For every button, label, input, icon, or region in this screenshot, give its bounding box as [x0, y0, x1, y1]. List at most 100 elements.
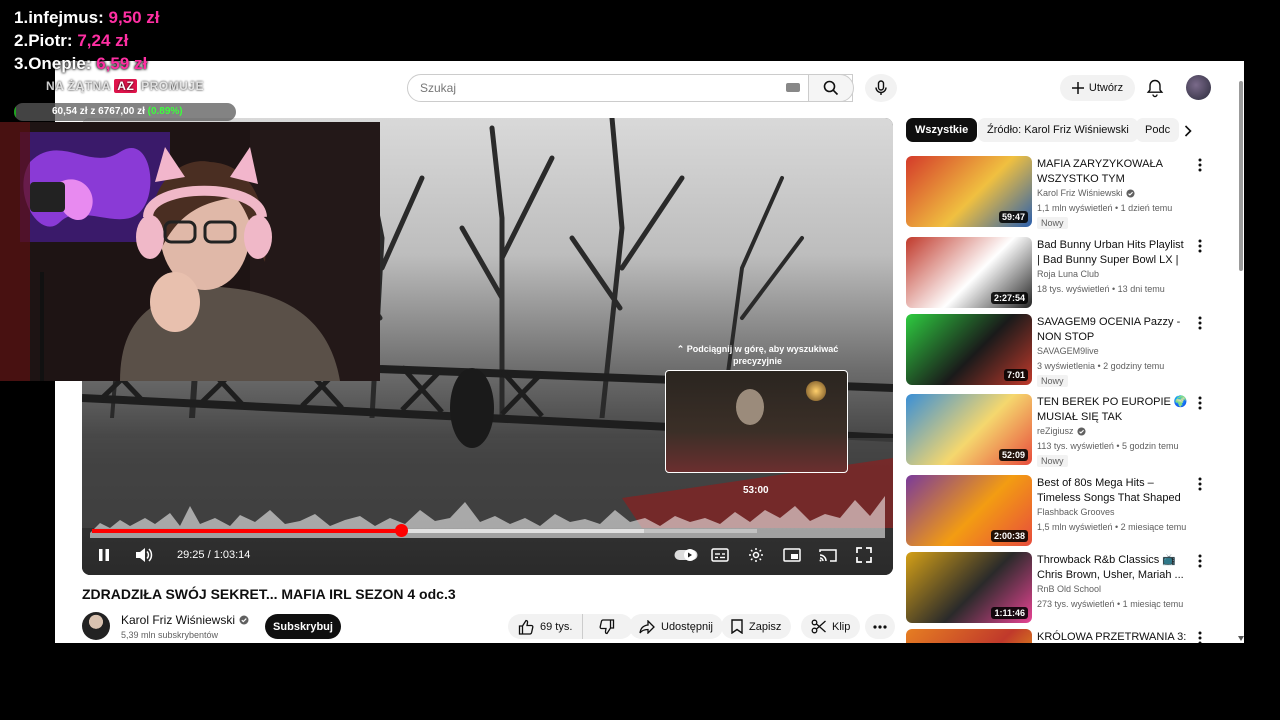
search-button[interactable]	[808, 74, 854, 102]
pause-button[interactable]	[94, 545, 114, 565]
recommendation-meta: 113 tys. wyświetleń • 5 godzin temu	[1037, 441, 1179, 451]
video-duration: 52:09	[998, 449, 1028, 461]
streamer-webcam	[0, 122, 380, 381]
volume-button[interactable]	[134, 545, 154, 565]
progress-played	[92, 529, 402, 533]
like-dislike-group: 69 tys.	[508, 614, 633, 639]
pause-icon	[99, 549, 109, 561]
like-button[interactable]: 69 tys.	[508, 614, 584, 639]
keyboard-icon[interactable]	[786, 83, 800, 92]
scrollbar-thumb[interactable]	[1239, 81, 1243, 271]
recommendation-item[interactable]: 59:47 MAFIA ZARYZYKOWAŁA WSZYSTKO TYM KŁA…	[906, 156, 1206, 229]
clip-label: Klip	[832, 620, 851, 633]
scissors-icon	[811, 619, 826, 634]
more-vertical-icon[interactable]	[1196, 316, 1204, 330]
goal-amount: 60,54 zł z 6767,00 zł	[52, 106, 145, 117]
recommendation-channel[interactable]: Flashback Grooves	[1037, 507, 1115, 517]
chip-podcasts[interactable]: Podc	[1136, 118, 1180, 142]
recommendation-channel[interactable]: Roja Luna Club	[1037, 269, 1099, 279]
dislike-button[interactable]	[589, 614, 625, 639]
recommendation-channel-name: reZigiusz	[1037, 426, 1074, 436]
video-thumbnail[interactable]	[906, 629, 1032, 643]
recommendation-channel-name: RnB Old School	[1037, 584, 1102, 594]
more-vertical-icon[interactable]	[1196, 158, 1204, 172]
fullscreen-button[interactable]	[854, 545, 874, 565]
scroll-down-arrow-icon[interactable]	[1238, 636, 1244, 641]
create-button[interactable]: Utwórz	[1060, 75, 1135, 101]
recommendation-title[interactable]: Bad Bunny Urban Hits Playlist | Bad Bunn…	[1037, 238, 1189, 268]
autoplay-toggle-icon	[674, 549, 698, 561]
chevron-right-icon[interactable]	[1181, 124, 1195, 138]
subtitles-button[interactable]	[710, 545, 730, 565]
more-vertical-icon[interactable]	[1196, 631, 1204, 643]
new-badge: Nowy	[1037, 217, 1068, 229]
video-thumbnail[interactable]: 59:47	[906, 156, 1032, 227]
leaderboard-entry: 3.Onepie: 6,59 zł	[14, 54, 147, 74]
channel-name: Karol Friz Wiśniewski	[121, 613, 236, 627]
cast-button[interactable]	[818, 545, 838, 565]
video-thumbnail[interactable]: 1:11:46	[906, 552, 1032, 623]
recommendation-meta: 1,5 mln wyświetleń • 2 miesiące temu	[1037, 522, 1187, 532]
voice-search-button[interactable]	[865, 74, 897, 102]
more-vertical-icon[interactable]	[1196, 477, 1204, 491]
recommendation-item[interactable]: KRÓLOWA PRZETRWANIA 3:	[906, 629, 1206, 643]
recommendation-item[interactable]: 52:09 TEN BEREK PO EUROPIE 🌍 MUSIAŁ SIĘ T…	[906, 394, 1206, 467]
progress-bar[interactable]	[92, 524, 757, 537]
chip-source-channel[interactable]: Źródło: Karol Friz Wiśniewski	[978, 118, 1138, 142]
subscribe-button[interactable]: Subskrybuj	[265, 614, 341, 639]
video-thumbnail[interactable]: 52:09	[906, 394, 1032, 465]
notifications-bell-icon[interactable]	[1145, 78, 1165, 98]
share-label: Udostępnij	[661, 620, 713, 633]
verified-icon	[1125, 188, 1135, 198]
save-button[interactable]: Zapisz	[721, 614, 792, 639]
recommendation-title[interactable]: Best of 80s Mega Hits – Timeless Songs T…	[1037, 476, 1189, 506]
account-avatar[interactable]	[1186, 75, 1211, 100]
recommendation-channel[interactable]: RnB Old School	[1037, 584, 1101, 594]
settings-button[interactable]	[746, 545, 766, 565]
recommendation-item[interactable]: 2:00:38 Best of 80s Mega Hits – Timeless …	[906, 475, 1206, 547]
video-title: ZDRADZIŁA SWÓJ SEKRET... MAFIA IRL SEZON…	[82, 586, 456, 602]
autoplay-toggle[interactable]	[674, 545, 698, 565]
donation-goal-bar: 60,54 zł z 6767,00 zł (0.89%)	[14, 103, 236, 121]
clip-button[interactable]: Klip	[801, 614, 861, 639]
leaderboard-rank: 3.	[14, 54, 29, 73]
recommendation-channel[interactable]: Karol Friz Wiśniewski	[1037, 188, 1135, 198]
leaderboard-name: Onepie:	[28, 54, 92, 73]
miniplayer-button[interactable]	[782, 545, 802, 565]
video-thumbnail[interactable]: 2:00:38	[906, 475, 1032, 546]
leaderboard-rank: 1.	[14, 8, 29, 27]
video-duration: 59:47	[998, 211, 1028, 223]
recommendation-channel[interactable]: SAVAGEM9live	[1037, 346, 1099, 356]
leaderboard-rank: 2.	[14, 31, 29, 50]
more-vertical-icon[interactable]	[1196, 554, 1204, 568]
recommendation-meta: 3 wyświetlenia • 2 godziny temu	[1037, 361, 1165, 371]
recommendation-title[interactable]: SAVAGEM9 OCENIA Pazzy - NON STOP	[1037, 315, 1189, 345]
share-button[interactable]: Udostępnij	[629, 614, 723, 639]
recommendation-title[interactable]: MAFIA ZARYZYKOWAŁA WSZYSTKO TYM KŁAMSTWE…	[1037, 157, 1189, 187]
more-horizontal-icon	[873, 624, 887, 629]
new-badge: Nowy	[1037, 375, 1068, 387]
recommendation-meta: 273 tys. wyświetleń • 1 miesiąc temu	[1037, 599, 1184, 609]
recommendation-title[interactable]: KRÓLOWA PRZETRWANIA 3:	[1037, 630, 1189, 643]
more-vertical-icon[interactable]	[1196, 396, 1204, 410]
recommendation-item[interactable]: 1:11:46 Throwback R&b Classics 📺 Chris Br…	[906, 552, 1206, 624]
chip-all[interactable]: Wszystkie	[906, 118, 978, 142]
recommendation-title[interactable]: Throwback R&b Classics 📺 Chris Brown, Us…	[1037, 553, 1189, 583]
recommendation-item[interactable]: 7:01 SAVAGEM9 OCENIA Pazzy - NON STOP SAVA…	[906, 314, 1206, 387]
video-thumbnail[interactable]: 2:27:54	[906, 237, 1032, 308]
recommendation-meta: 1,1 mln wyświetleń • 1 dzień temu	[1037, 203, 1173, 213]
screen: Szukaj Utwórz ⌃ Podciągnij w górę, aby w…	[0, 0, 1280, 720]
recommendation-title[interactable]: TEN BEREK PO EUROPIE 🌍 MUSIAŁ SIĘ TAK SK…	[1037, 395, 1189, 425]
leaderboard-entry: 1.infejmus: 9,50 zł	[14, 8, 160, 28]
more-vertical-icon[interactable]	[1196, 239, 1204, 253]
more-actions-button[interactable]	[865, 614, 895, 639]
search-input[interactable]: Szukaj	[407, 74, 853, 102]
channel-name-link[interactable]: Karol Friz Wiśniewski	[121, 613, 249, 627]
recommendation-item[interactable]: 2:27:54 Bad Bunny Urban Hits Playlist | B…	[906, 237, 1206, 309]
video-duration: 1:11:46	[991, 607, 1028, 619]
recommendation-channel[interactable]: reZigiusz	[1037, 426, 1086, 436]
video-thumbnail[interactable]: 7:01	[906, 314, 1032, 385]
bookmark-icon	[731, 619, 743, 634]
page-scrollbar[interactable]	[1238, 81, 1244, 641]
channel-avatar[interactable]	[82, 612, 110, 640]
